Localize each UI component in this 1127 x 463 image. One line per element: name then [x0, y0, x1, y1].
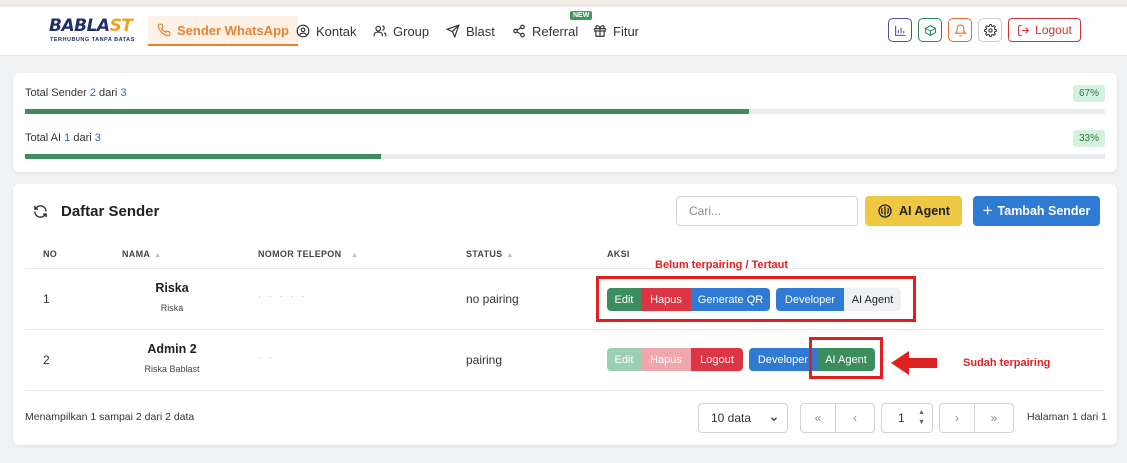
- user-circle-icon: [296, 24, 310, 38]
- logout-button[interactable]: Logout: [1008, 18, 1081, 42]
- logout-icon: [1018, 24, 1030, 36]
- column-header-no: NO: [43, 249, 58, 259]
- row-1-no: 1: [43, 292, 50, 306]
- nav-referral[interactable]: Referral: [512, 16, 578, 46]
- column-header-nama[interactable]: NAMA ▲: [122, 249, 161, 259]
- double-chevron-left-icon: «: [814, 411, 822, 425]
- navbar: BABLAST TERHUBUNG TANPA BATAS Sender Wha…: [0, 7, 1127, 56]
- last-page-button[interactable]: »: [974, 403, 1014, 433]
- refresh-icon[interactable]: [33, 204, 48, 219]
- bell-icon: [953, 24, 967, 36]
- chevron-left-icon: ‹: [853, 411, 857, 425]
- row-2-actions: Edit Hapus Logout: [607, 348, 743, 371]
- page-info: Halaman 1 dari 1: [1027, 411, 1107, 423]
- settings-button[interactable]: [978, 18, 1002, 42]
- ai-usage-label: Total AI 1 dari 3: [25, 132, 101, 144]
- chevron-down-icon: [771, 417, 777, 422]
- gift-icon: [594, 25, 606, 37]
- ai-progress-bar: [25, 154, 1105, 159]
- column-header-aksi: AKSI: [607, 249, 630, 259]
- ai-agent-button[interactable]: AI Agent: [865, 196, 962, 226]
- arrow-left-icon: [891, 351, 937, 375]
- page-title: Daftar Sender: [61, 203, 160, 220]
- row-1-phone-redacted: · · · · ·: [258, 292, 308, 301]
- row-2-status: pairing: [466, 353, 503, 367]
- sender-progress-fill: [25, 109, 749, 114]
- edit-button-disabled: Edit: [607, 348, 641, 371]
- annotation-box-paired: [809, 337, 883, 379]
- table-summary: Menampilkan 1 sampai 2 dari 2 data: [25, 411, 195, 423]
- sort-icon: ▲: [351, 252, 359, 259]
- sender-progress-bar: [25, 109, 1105, 114]
- sender-usage-percent: 67%: [1073, 85, 1105, 102]
- sender-list-card: Daftar Sender AI Agent + Tambah Sender N…: [13, 184, 1117, 445]
- users-icon: [373, 25, 387, 37]
- top-accent-strip: [0, 0, 1127, 6]
- nav-group[interactable]: Group: [373, 16, 429, 46]
- usage-card: Total Sender 2 dari 3 67% Total AI 1 dar…: [13, 73, 1117, 172]
- nav-label: Fitur: [613, 23, 639, 39]
- brand-logo[interactable]: BABLAST TERHUBUNG TANPA BATAS: [47, 16, 134, 50]
- new-badge: NEW: [570, 11, 593, 20]
- nav-label: Blast: [466, 23, 495, 39]
- sort-icon: ▲: [154, 252, 162, 259]
- row-1-status: no pairing: [466, 292, 519, 306]
- prev-page-button[interactable]: ‹: [835, 403, 875, 433]
- nav-label: Sender WhatsApp: [177, 22, 289, 38]
- first-page-button[interactable]: «: [800, 403, 836, 433]
- logout-label: Logout: [1035, 23, 1072, 37]
- row-2-phone-redacted: · ·: [258, 353, 275, 362]
- next-page-button[interactable]: ›: [939, 403, 975, 433]
- chevron-right-icon: ›: [955, 411, 959, 425]
- share-icon: [513, 24, 525, 38]
- annotation-unpaired: Belum terpairing / Tertaut: [655, 259, 789, 271]
- delete-button-disabled: Hapus: [641, 348, 691, 371]
- brain-icon: [878, 204, 892, 218]
- nav-sender-whatsapp[interactable]: Sender WhatsApp: [148, 16, 298, 46]
- logout-sender-button[interactable]: Logout: [691, 348, 743, 371]
- sort-icon: ▲: [506, 252, 514, 259]
- column-header-status[interactable]: STATUS ▲: [466, 249, 514, 259]
- nav-blast[interactable]: Blast: [446, 16, 495, 46]
- annotation-paired: Sudah terpairing: [963, 357, 1051, 369]
- logo-tagline: TERHUBUNG TANPA BATAS: [50, 37, 135, 43]
- row-2-no: 2: [43, 353, 50, 367]
- row-1-name: Riska Riska: [155, 281, 189, 313]
- logo-text-accent: ST: [109, 16, 133, 36]
- row-divider: [25, 329, 1105, 330]
- nav-label: Group: [393, 23, 430, 39]
- phone-icon: [157, 23, 171, 37]
- plus-icon: +: [982, 201, 993, 220]
- row-divider: [25, 390, 1105, 391]
- package-button[interactable]: [918, 18, 942, 42]
- developer-button[interactable]: Developer: [749, 348, 817, 371]
- nav-fitur[interactable]: Fitur: [593, 16, 639, 46]
- bar-chart-icon: [894, 25, 905, 36]
- notifications-button[interactable]: [948, 18, 972, 42]
- ai-usage-percent: 33%: [1073, 130, 1105, 147]
- page-number-input[interactable]: 1 ▲ ▼: [881, 403, 933, 433]
- send-icon: [446, 24, 460, 38]
- gear-icon: [983, 23, 997, 37]
- ai-progress-fill: [25, 154, 382, 159]
- sender-usage-label: Total Sender 2 dari 3: [25, 87, 127, 99]
- box-icon: [924, 24, 936, 36]
- page-size-select[interactable]: 10 data: [698, 403, 788, 433]
- search-input[interactable]: [676, 196, 858, 226]
- row-2-name: Admin 2 Riska Bablast: [144, 342, 200, 374]
- logo-text: BABLA: [49, 16, 110, 36]
- double-chevron-right-icon: »: [990, 411, 998, 425]
- nav-label: Referral: [532, 23, 579, 39]
- annotation-box-unpaired: [596, 276, 916, 322]
- stats-button[interactable]: [888, 18, 912, 42]
- nav-kontak[interactable]: Kontak: [296, 16, 356, 46]
- header-divider: [25, 268, 1105, 269]
- add-sender-button[interactable]: + Tambah Sender: [973, 196, 1100, 226]
- column-header-telepon[interactable]: NOMOR TELEPON: [258, 249, 344, 259]
- spinner-icon[interactable]: ▲ ▼: [918, 408, 925, 428]
- nav-label: Kontak: [316, 23, 357, 39]
